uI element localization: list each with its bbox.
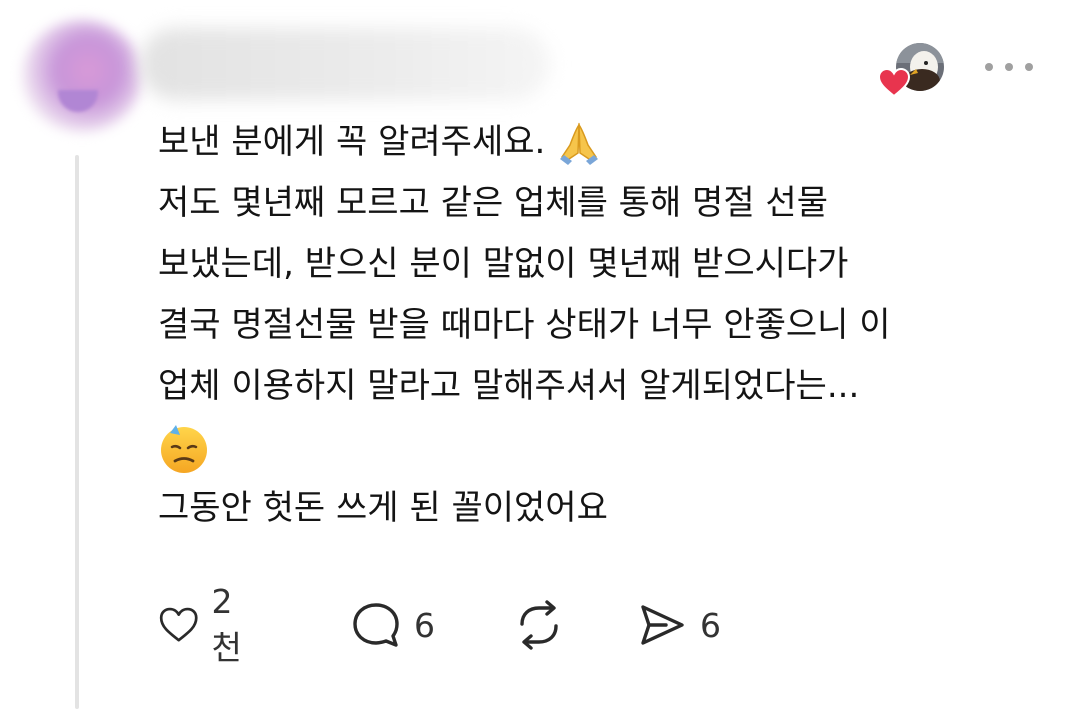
- post-line-3: 보냈는데, 받으신 분이 말없이 몇년째 받으시다가: [158, 244, 849, 284]
- post-line-6: [158, 417, 1048, 478]
- share-button[interactable]: 6: [636, 600, 721, 650]
- thread-line: [75, 155, 79, 709]
- comment-icon: [353, 603, 399, 647]
- post-line-1: 보낸 분에게 꼭 알려주세요.: [158, 112, 1048, 173]
- more-options-button[interactable]: [985, 56, 1033, 78]
- folded-hands-emoji-icon: [560, 122, 599, 165]
- reply-count: 6: [414, 605, 435, 645]
- post-line-5: 업체 이용하지 말라고 말해주셔서 알게되었다는...: [158, 366, 860, 406]
- like-count: 2천: [211, 581, 242, 667]
- repost-icon: [520, 600, 558, 650]
- author-name-redacted: [140, 28, 550, 100]
- heart-icon: [159, 607, 198, 642]
- reply-button[interactable]: 6: [350, 600, 435, 650]
- downcast-face-with-sweat-emoji-icon: [161, 424, 207, 473]
- send-icon: [641, 605, 684, 645]
- repost-button[interactable]: [514, 600, 564, 650]
- share-count: 6: [700, 605, 721, 645]
- more-icon: [985, 63, 993, 71]
- heart-badge-icon: [878, 68, 910, 98]
- post-line-7: 그동안 헛돈 쓰게 된 꼴이었어요: [158, 488, 608, 528]
- post-line-4: 결국 명절선물 받을 때마다 상태가 너무 안좋으니 이: [158, 305, 891, 345]
- post-body: 보낸 분에게 꼭 알려주세요. 저도 몇년째 모르고 같은 업체를 통해 명절 …: [158, 112, 1048, 539]
- post-line-2: 저도 몇년째 모르고 같은 업체를 통해 명절 선물: [158, 183, 828, 223]
- like-button[interactable]: 2천: [158, 582, 252, 667]
